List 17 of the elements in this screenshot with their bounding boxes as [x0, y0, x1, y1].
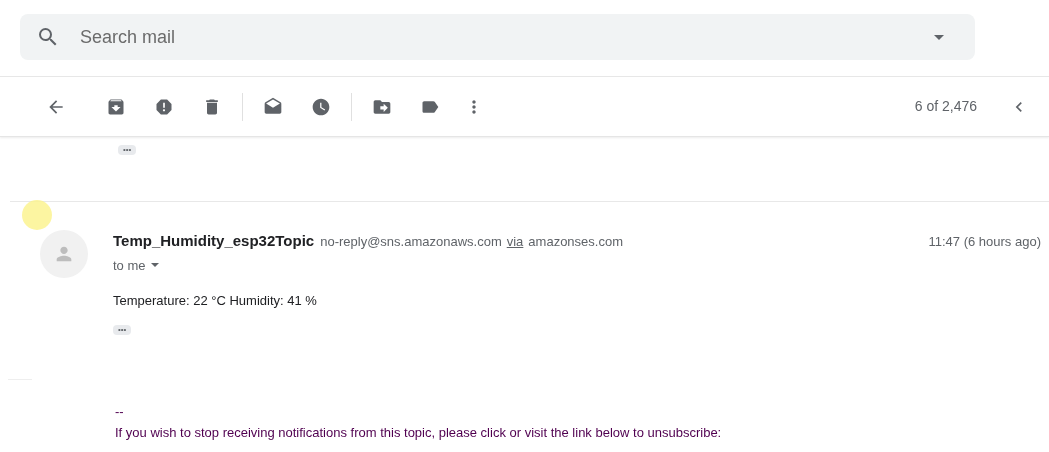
via-link[interactable]: via [506, 232, 524, 252]
sender-name: Temp_Humidity_esp32Topic [113, 231, 315, 251]
avatar-icon [40, 230, 88, 278]
search-field[interactable]: Search mail [20, 14, 975, 60]
show-trimmed-content-button[interactable]: ••• [113, 324, 132, 335]
message-counter: 6 of 2,476 [914, 97, 977, 116]
search-input[interactable]: Search mail [80, 23, 927, 51]
unsubscribe-notice: If you wish to stop receiving notifications from this topic, please click or visit the link below to unsubscribe: [115, 424, 723, 442]
sender-email: no-reply@sns.amazonaws.com [320, 233, 502, 251]
via-domain: amazonses.com [528, 233, 623, 251]
show-trimmed-content-button[interactable]: ••• [118, 145, 137, 155]
recipient-dropdown[interactable]: to me [113, 255, 159, 275]
message-body: Temperature: 22 °C Humidity: 41 % [113, 292, 318, 310]
signature-separator: -- [115, 402, 125, 421]
message-time: 11:47 (6 hours ago) [928, 233, 1041, 251]
click-highlight [22, 200, 52, 230]
caret-icon [150, 263, 159, 268]
